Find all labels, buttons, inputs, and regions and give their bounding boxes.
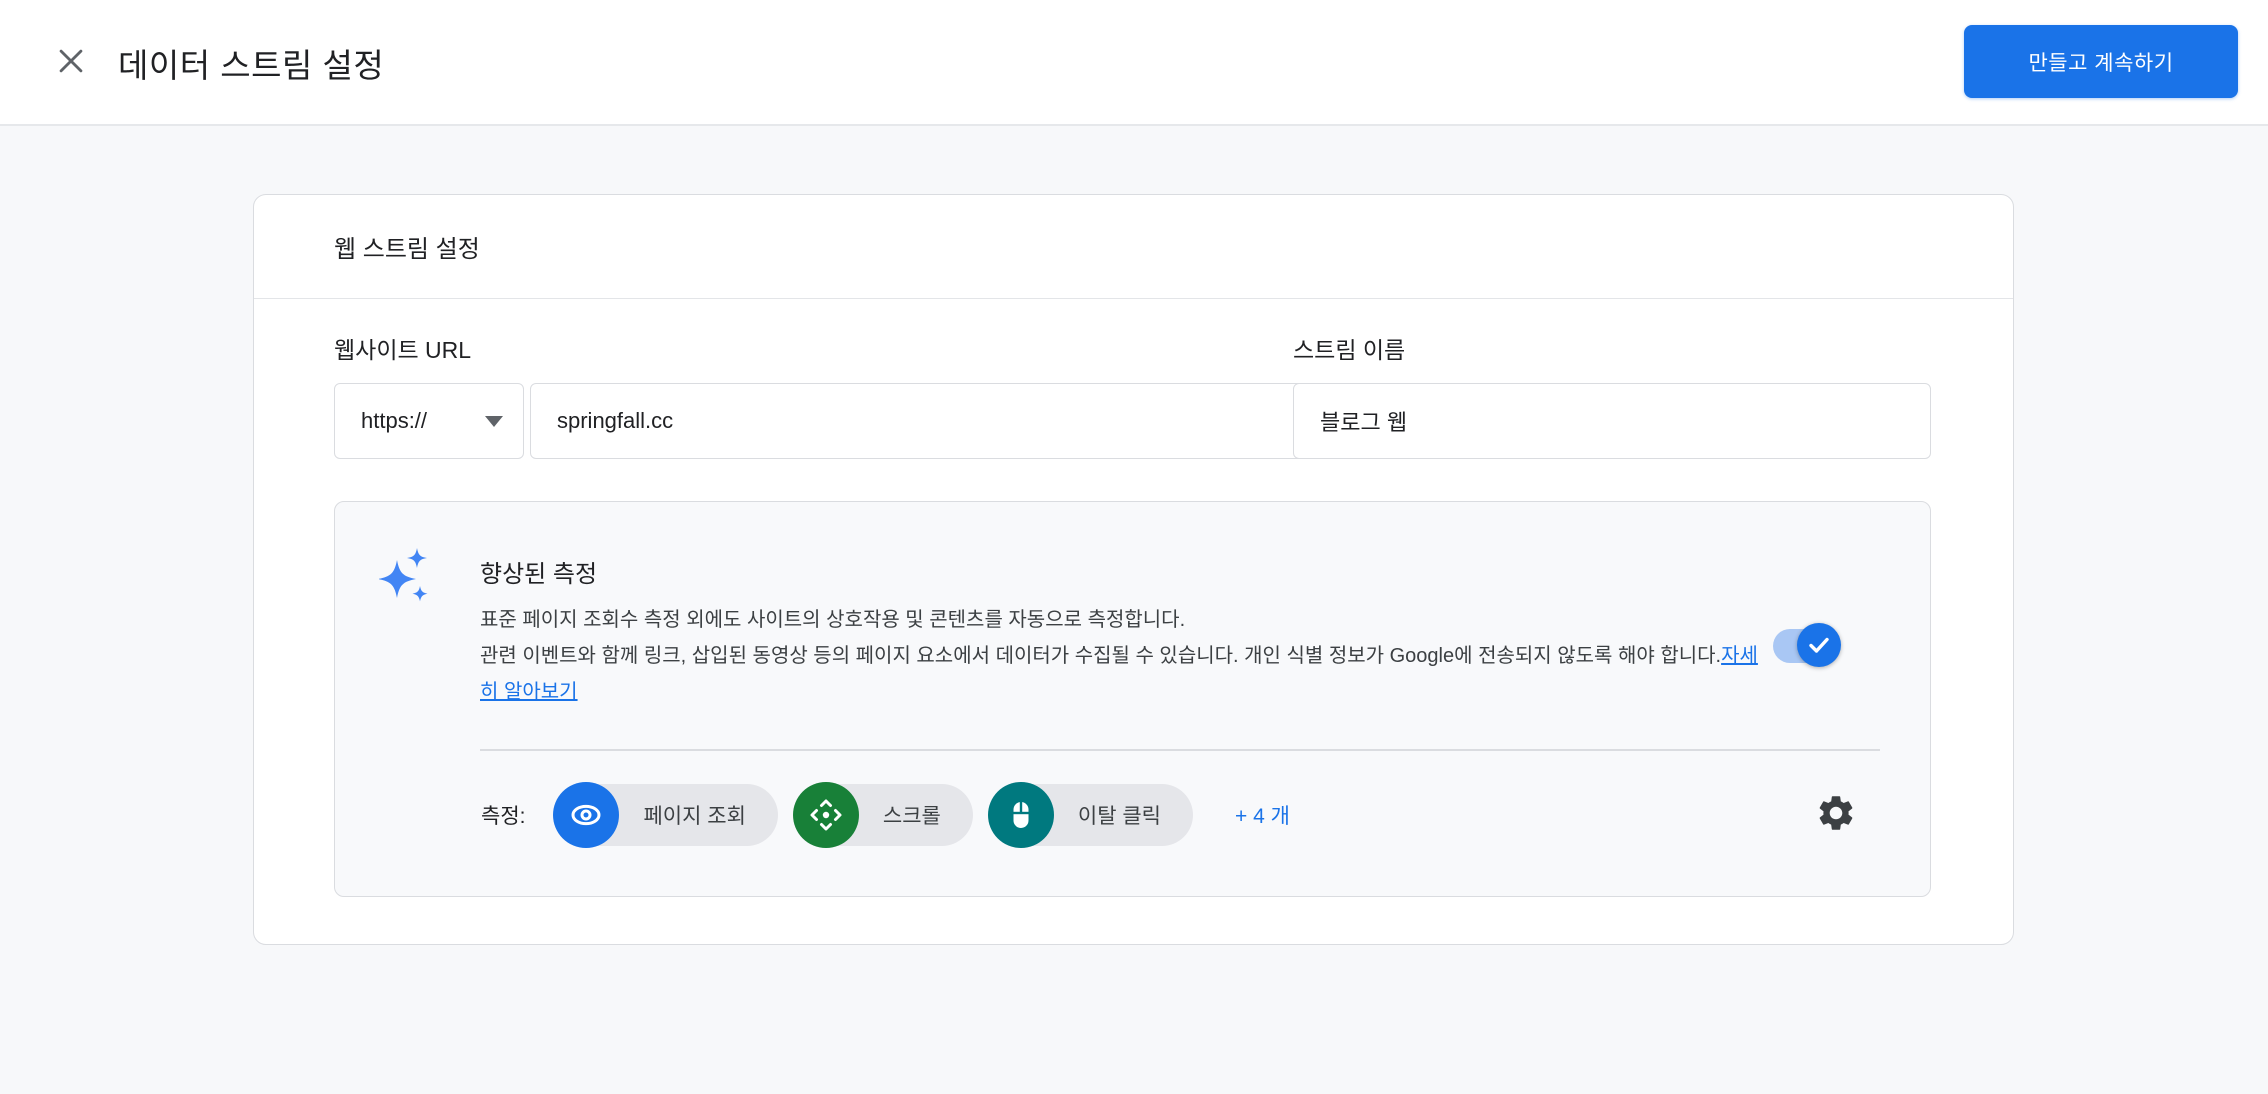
- measurement-chips-row: 측정: 페이지 조회 스크롤: [481, 780, 1891, 850]
- sparkle-icon: [379, 546, 439, 608]
- chip-outbound-click[interactable]: 이탈 클릭: [990, 784, 1193, 846]
- description-line-1: 표준 페이지 조회수 측정 외에도 사이트의 상호작용 및 콘텐츠를 자동으로 …: [480, 602, 1765, 638]
- panel-divider: [480, 749, 1880, 751]
- card-title: 웹 스트림 설정: [254, 195, 2013, 299]
- page-title: 데이터 스트림 설정: [118, 0, 384, 126]
- mouse-icon: [988, 782, 1054, 848]
- web-stream-settings-card: 웹 스트림 설정 웹사이트 URL 스트림 이름 https:// 향상된 측정…: [253, 194, 2014, 945]
- enhanced-measurement-title: 향상된 측정: [480, 554, 597, 589]
- protocol-selected-value: https://: [361, 408, 427, 434]
- measurement-settings-button[interactable]: [1811, 790, 1861, 840]
- data-stream-setup-dialog: 데이터 스트림 설정 만들고 계속하기 웹 스트림 설정 웹사이트 URL 스트…: [0, 0, 2268, 1094]
- check-icon: [1806, 632, 1832, 658]
- app-bar: 데이터 스트림 설정 만들고 계속하기: [0, 0, 2268, 126]
- measure-label: 측정:: [481, 800, 525, 830]
- gear-icon: [1815, 792, 1857, 839]
- website-url-label: 웹사이트 URL: [334, 331, 471, 365]
- stream-name-label: 스트림 이름: [1293, 331, 1405, 365]
- close-icon: [54, 44, 88, 83]
- chevron-down-icon: [485, 416, 503, 427]
- protocol-select[interactable]: https://: [334, 383, 524, 459]
- chip-scroll[interactable]: 스크롤: [795, 784, 973, 846]
- chip-page-view[interactable]: 페이지 조회: [555, 784, 777, 846]
- enhanced-measurement-toggle[interactable]: [1773, 620, 1843, 670]
- close-button[interactable]: [48, 40, 94, 86]
- enhanced-measurement-panel: 향상된 측정 표준 페이지 조회수 측정 외에도 사이트의 상호작용 및 콘텐츠…: [334, 501, 1931, 897]
- more-measurements-link[interactable]: + 4 개: [1235, 800, 1290, 830]
- stream-name-input[interactable]: [1293, 383, 1931, 459]
- enhanced-measurement-description: 표준 페이지 조회수 측정 외에도 사이트의 상호작용 및 콘텐츠를 자동으로 …: [480, 602, 1765, 710]
- scroll-icon: [793, 782, 859, 848]
- description-line-2: 관련 이벤트와 함께 링크, 삽입된 동영상 등의 페이지 요소에서 데이터가 …: [480, 638, 1765, 710]
- toggle-thumb-on: [1797, 623, 1841, 667]
- create-and-continue-button[interactable]: 만들고 계속하기: [1964, 25, 2238, 98]
